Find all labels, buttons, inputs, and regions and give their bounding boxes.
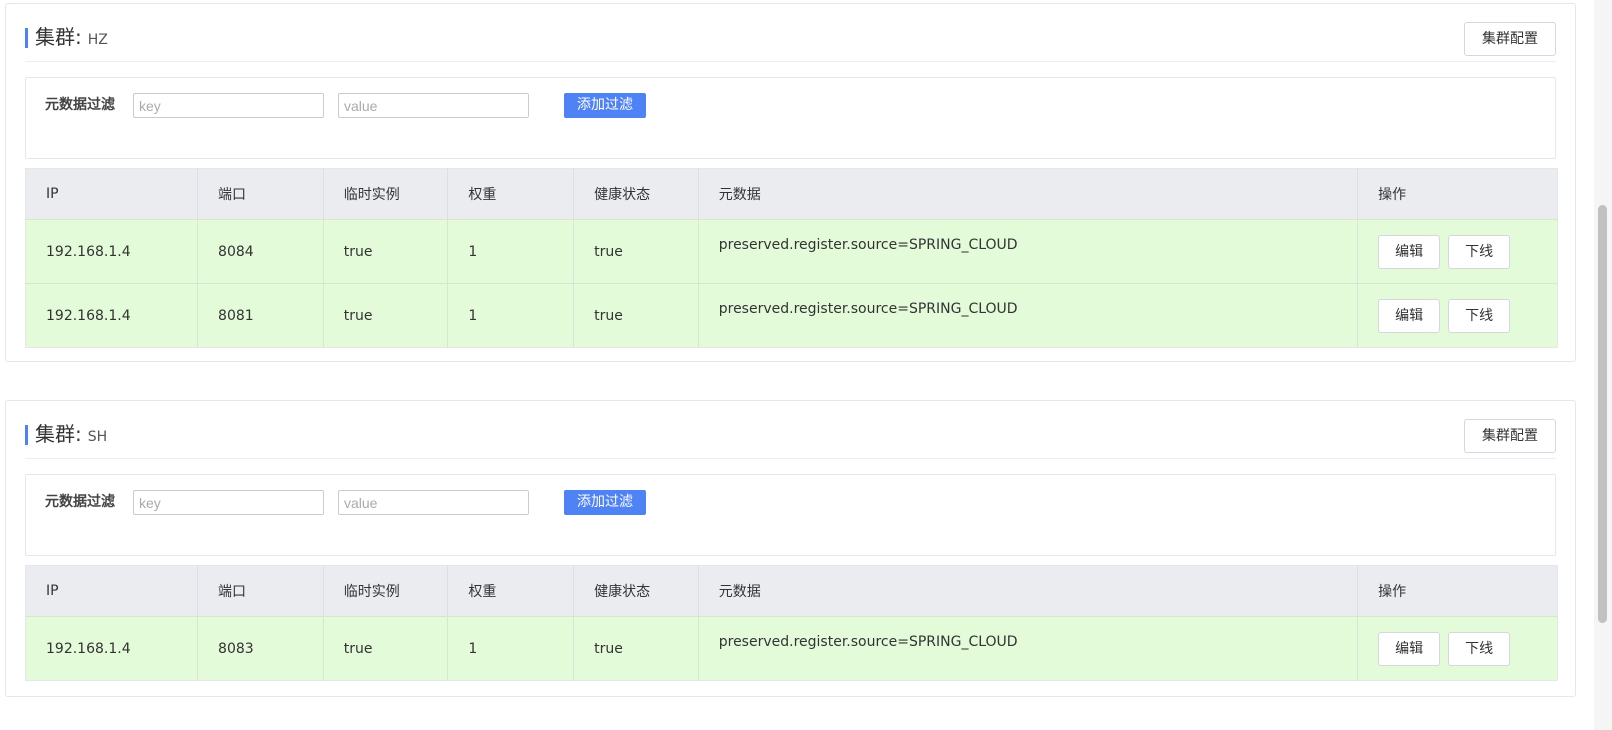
column-header-weight: 权重 bbox=[447, 168, 575, 220]
table-header-row: IP 端口 临时实例 权重 健康状态 元数据 操作 bbox=[25, 168, 1558, 220]
column-header-port: 端口 bbox=[197, 565, 324, 617]
offline-button[interactable]: 下线 bbox=[1448, 234, 1511, 269]
filter-key-input[interactable] bbox=[133, 490, 324, 515]
cell-weight: 1 bbox=[447, 616, 575, 681]
table-row: 192.168.1.4 8083 true 1 true preserved.r… bbox=[25, 616, 1558, 681]
cell-ip: 192.168.1.4 bbox=[25, 219, 199, 284]
column-header-actions: 操作 bbox=[1357, 168, 1558, 220]
vertical-scrollbar[interactable] bbox=[1594, 0, 1612, 730]
edit-button[interactable]: 编辑 bbox=[1378, 631, 1441, 666]
metadata-filter-label: 元数据过滤 bbox=[45, 494, 115, 510]
table-header-row: IP 端口 临时实例 权重 健康状态 元数据 操作 bbox=[25, 565, 1558, 617]
filter-key-input[interactable] bbox=[133, 93, 324, 118]
cell-metadata: preserved.register.source=SPRING_CLOUD bbox=[698, 219, 1359, 284]
cell-weight: 1 bbox=[447, 283, 575, 348]
cell-ip: 192.168.1.4 bbox=[25, 616, 199, 681]
column-header-ip: IP bbox=[25, 168, 199, 220]
column-header-health: 健康状态 bbox=[573, 565, 699, 617]
cell-metadata: preserved.register.source=SPRING_CLOUD bbox=[698, 283, 1359, 348]
instance-table: IP 端口 临时实例 权重 健康状态 元数据 操作 192.168.1.4 80… bbox=[25, 565, 1558, 681]
scrollbar-thumb[interactable] bbox=[1598, 205, 1607, 623]
cell-port: 8081 bbox=[197, 283, 324, 348]
metadata-filter-panel: 元数据过滤 添加过滤 bbox=[25, 77, 1556, 159]
offline-button[interactable]: 下线 bbox=[1448, 298, 1511, 333]
cell-port: 8083 bbox=[197, 616, 324, 681]
table-row: 192.168.1.4 8084 true 1 true preserved.r… bbox=[25, 219, 1558, 284]
cell-healthy: true bbox=[573, 283, 699, 348]
cell-ephemeral: true bbox=[323, 616, 449, 681]
cell-weight: 1 bbox=[447, 219, 575, 284]
cluster-config-button[interactable]: 集群配置 bbox=[1464, 22, 1556, 56]
cluster-header: 集群: SH 集群配置 bbox=[25, 401, 1556, 459]
cluster-name: HZ bbox=[87, 32, 108, 48]
cluster-title: 集群: SH bbox=[35, 421, 107, 450]
cluster-card-sh: 集群: SH 集群配置 元数据过滤 添加过滤 IP 端口 临时实例 权重 健康状态… bbox=[5, 400, 1576, 697]
cell-healthy: true bbox=[573, 219, 699, 284]
title-accent-bar bbox=[25, 425, 28, 445]
title-accent-bar bbox=[25, 28, 28, 48]
cell-actions: 编辑 下线 bbox=[1357, 616, 1558, 681]
metadata-filter-panel: 元数据过滤 添加过滤 bbox=[25, 474, 1556, 556]
cell-port: 8084 bbox=[197, 219, 324, 284]
column-header-metadata: 元数据 bbox=[698, 565, 1359, 617]
filter-value-input[interactable] bbox=[338, 93, 529, 118]
column-header-port: 端口 bbox=[197, 168, 324, 220]
metadata-filter-label: 元数据过滤 bbox=[45, 97, 115, 113]
cell-ephemeral: true bbox=[323, 283, 449, 348]
add-filter-button[interactable]: 添加过滤 bbox=[564, 93, 646, 118]
cluster-card-hz: 集群: HZ 集群配置 元数据过滤 添加过滤 IP 端口 临时实例 权重 健康状态… bbox=[5, 3, 1576, 362]
table-row: 192.168.1.4 8081 true 1 true preserved.r… bbox=[25, 283, 1558, 348]
instance-table: IP 端口 临时实例 权重 健康状态 元数据 操作 192.168.1.4 80… bbox=[25, 168, 1558, 348]
cluster-config-button[interactable]: 集群配置 bbox=[1464, 419, 1556, 453]
offline-button[interactable]: 下线 bbox=[1448, 631, 1511, 666]
cell-actions: 编辑 下线 bbox=[1357, 283, 1558, 348]
column-header-health: 健康状态 bbox=[573, 168, 699, 220]
column-header-weight: 权重 bbox=[447, 565, 575, 617]
column-header-ip: IP bbox=[25, 565, 199, 617]
filter-value-input[interactable] bbox=[338, 490, 529, 515]
column-header-ephemeral: 临时实例 bbox=[323, 565, 449, 617]
cell-actions: 编辑 下线 bbox=[1357, 219, 1558, 284]
cluster-name: SH bbox=[87, 429, 108, 445]
add-filter-button[interactable]: 添加过滤 bbox=[564, 490, 646, 515]
cell-ephemeral: true bbox=[323, 219, 449, 284]
edit-button[interactable]: 编辑 bbox=[1378, 234, 1441, 269]
cluster-header: 集群: HZ 集群配置 bbox=[25, 4, 1556, 62]
cell-ip: 192.168.1.4 bbox=[25, 283, 199, 348]
column-header-actions: 操作 bbox=[1357, 565, 1558, 617]
edit-button[interactable]: 编辑 bbox=[1378, 298, 1441, 333]
cell-metadata: preserved.register.source=SPRING_CLOUD bbox=[698, 616, 1359, 681]
cluster-title-prefix: 集群: bbox=[35, 25, 82, 49]
column-header-metadata: 元数据 bbox=[698, 168, 1359, 220]
column-header-ephemeral: 临时实例 bbox=[323, 168, 449, 220]
cell-healthy: true bbox=[573, 616, 699, 681]
cluster-title: 集群: HZ bbox=[35, 24, 108, 53]
cluster-title-prefix: 集群: bbox=[35, 422, 82, 446]
